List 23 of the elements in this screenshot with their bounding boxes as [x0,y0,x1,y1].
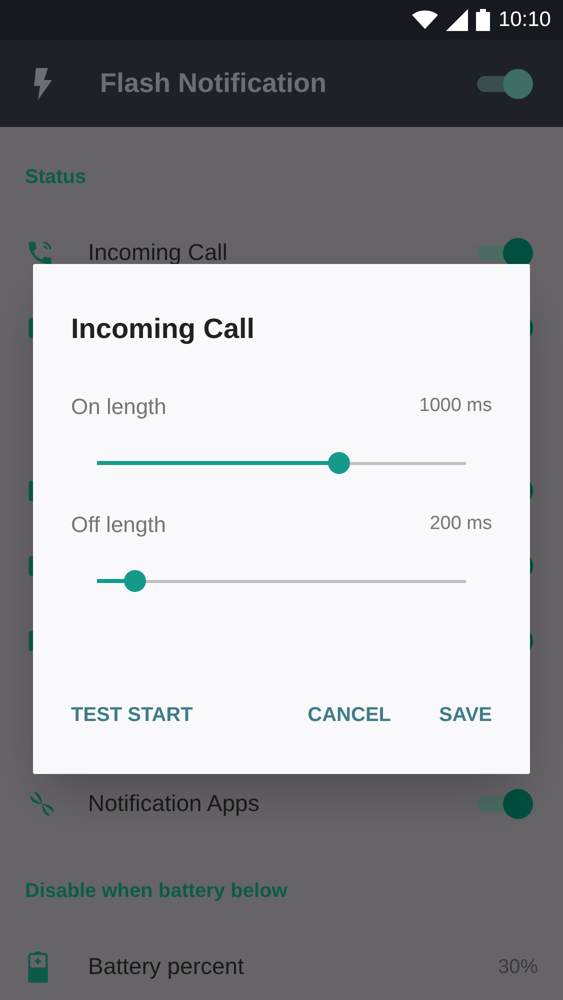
slider-reading: 200 ms [430,512,492,536]
row-label: Incoming Call [88,238,228,268]
toggle-switch[interactable] [475,68,533,98]
battery-icon [476,9,490,31]
dialog-button[interactable]: CANCEL [296,694,404,736]
section-heading: Status [25,165,88,189]
row-label: Notification Apps [88,789,260,818]
slider-label: On length [71,393,166,421]
wifi-icon [412,10,438,30]
row-label: Battery percent [88,952,245,982]
clock: 10:10 [498,7,551,34]
dialog-button[interactable]: TEST START [59,694,205,736]
dialog-title: Incoming Call [71,312,255,346]
section-heading: Disable when battery below [25,879,288,903]
signal-icon [446,9,468,31]
app-title: Flash Notification [100,67,328,100]
lightning-icon [32,68,52,100]
slider-reading: 1000 ms [419,394,492,418]
toggle-switch[interactable] [475,788,533,818]
slider-label: Off length [71,511,166,539]
slider-thumb[interactable] [328,452,350,474]
slider-thumb[interactable] [124,570,146,592]
dialog-button[interactable]: SAVE [427,694,504,736]
